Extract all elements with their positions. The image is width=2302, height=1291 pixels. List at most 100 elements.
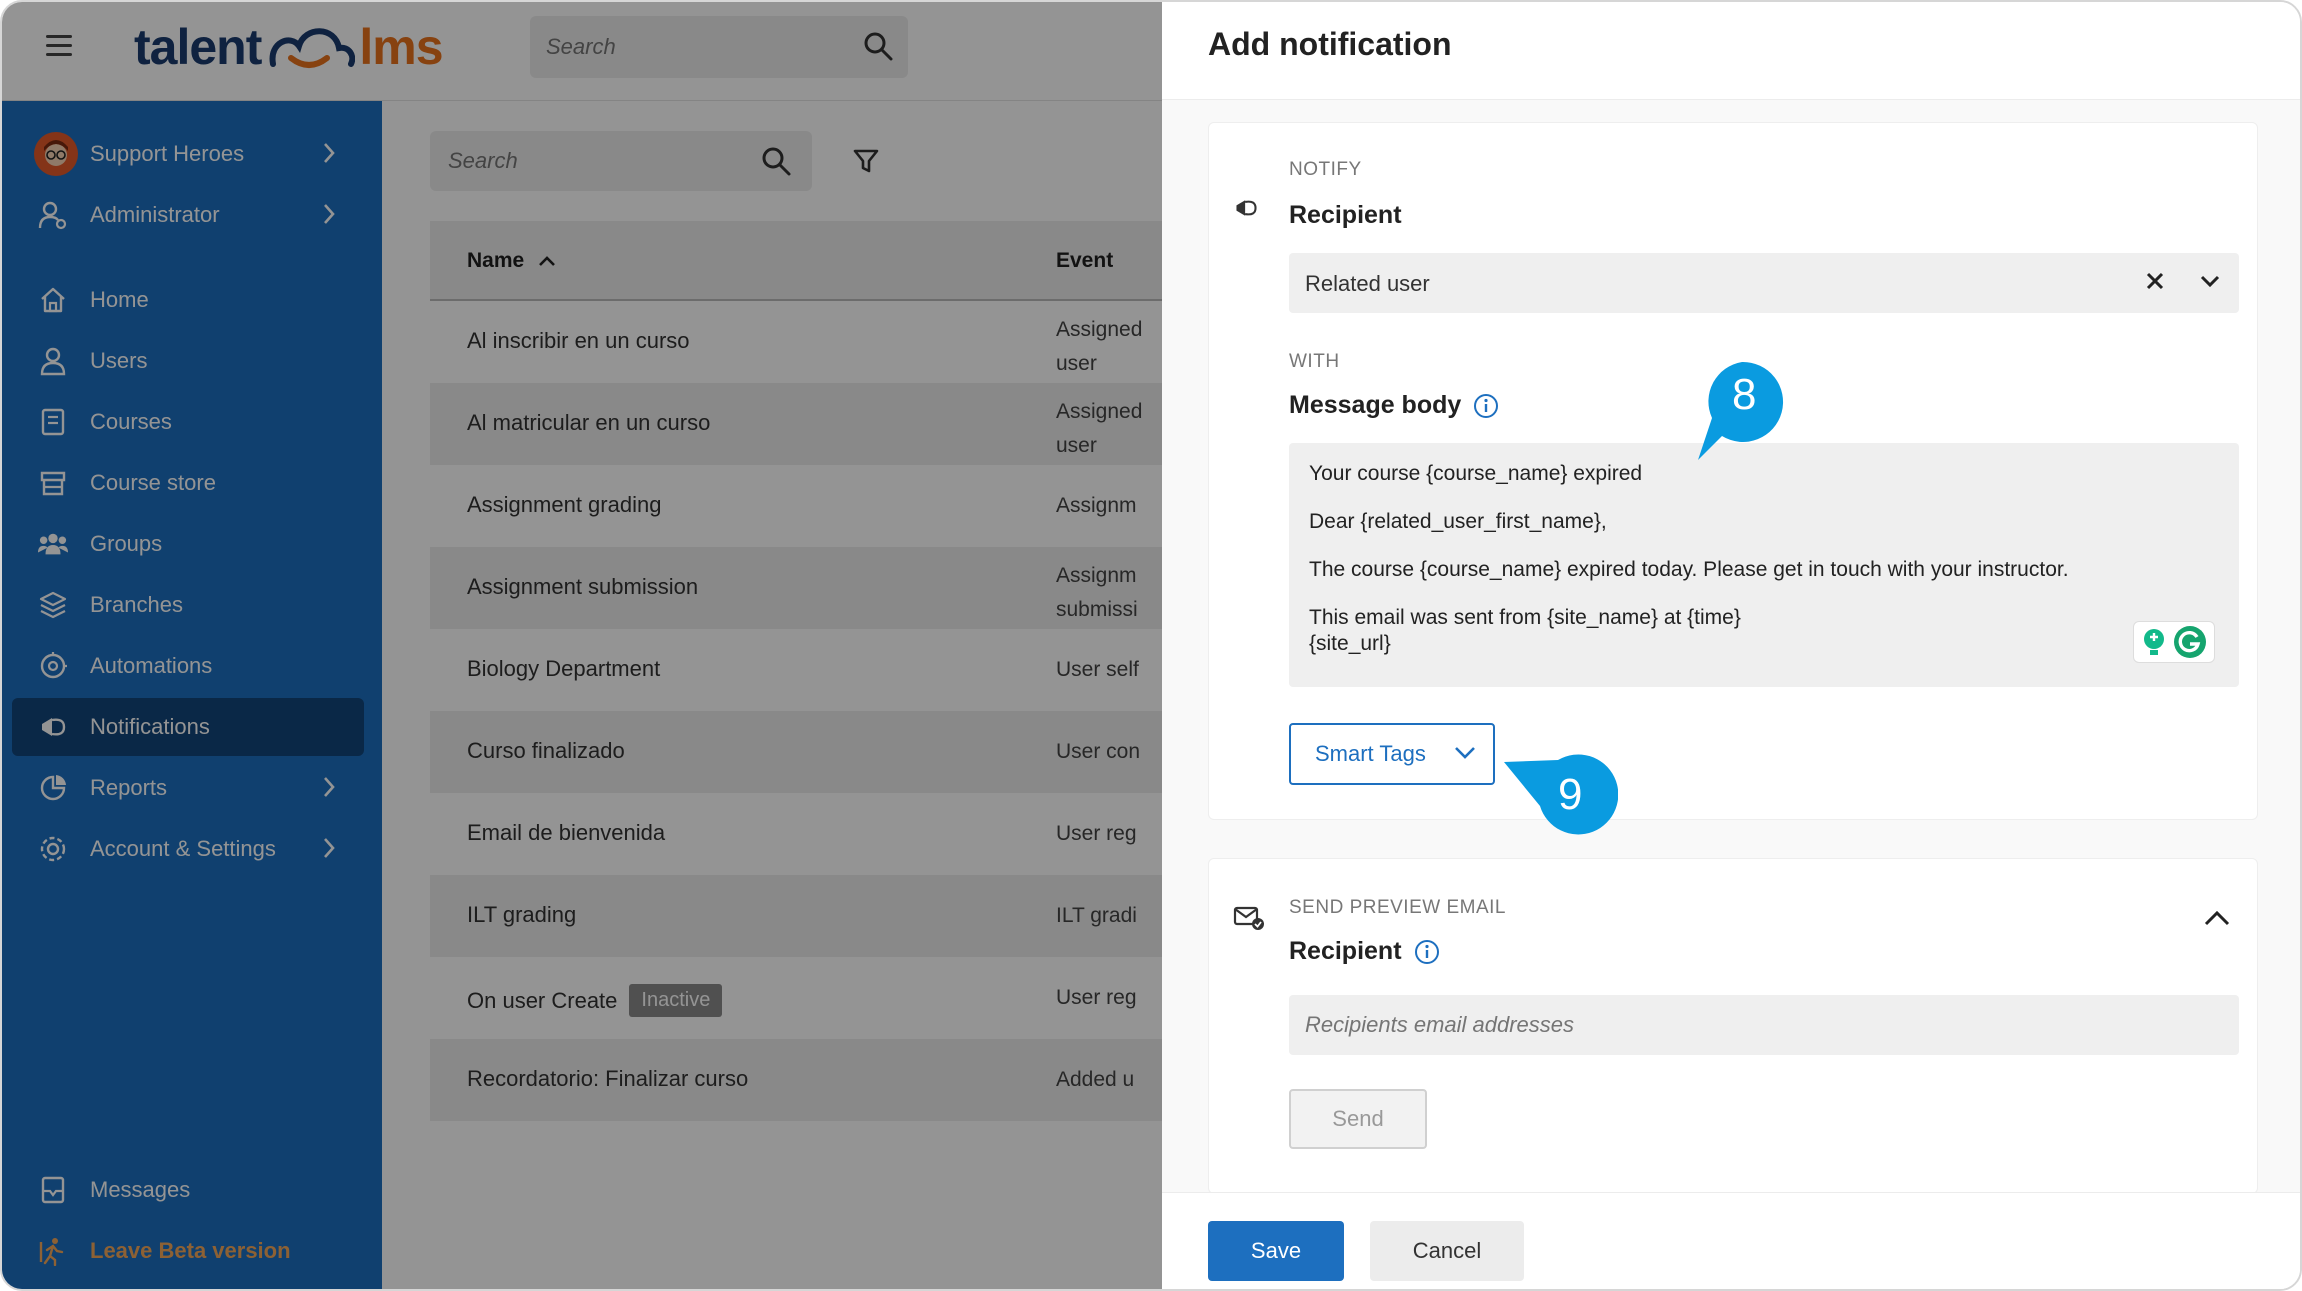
row-event: User con xyxy=(1056,740,1141,763)
sidebar-item-course-store[interactable]: Course store xyxy=(12,454,364,512)
recipient-select[interactable]: Related user xyxy=(1289,253,2239,313)
chevron-right-icon xyxy=(324,777,335,797)
chevron-right-icon xyxy=(324,143,335,163)
section-title-text: Message body xyxy=(1289,391,1462,419)
cancel-button[interactable]: Cancel xyxy=(1370,1221,1524,1281)
search-icon[interactable] xyxy=(760,145,792,177)
table-row[interactable]: Al inscribir en un curso Assigned user xyxy=(430,301,1162,383)
table-row[interactable]: Assignment submission Assignm submissi xyxy=(430,547,1162,629)
row-event: Assigned user xyxy=(1056,318,1143,375)
sidebar-item-users[interactable]: Users xyxy=(12,332,364,390)
row-event: User reg xyxy=(1056,986,1137,1009)
exit-beta-icon xyxy=(38,1236,68,1266)
row-name: Al inscribir en un curso xyxy=(467,328,690,353)
message-body-title: Message body xyxy=(1289,391,1499,420)
clear-icon[interactable] xyxy=(2143,269,2167,293)
email-check-icon xyxy=(1233,906,1264,930)
drawer-header: Add notification xyxy=(1162,2,2300,100)
global-search-input[interactable] xyxy=(546,16,846,78)
row-event: Assigned user xyxy=(1056,400,1143,457)
leave-beta-link[interactable]: Leave Beta version xyxy=(12,1222,364,1280)
message-body-line: {site_url} xyxy=(1309,632,1391,655)
table-row[interactable]: Email de bienvenida User reg xyxy=(430,793,1162,875)
notifications-icon xyxy=(1236,200,1257,216)
sidebar-item-label: Home xyxy=(90,287,149,312)
talentlms-logo[interactable]: talent lms xyxy=(134,12,444,82)
sidebar-item-label: Groups xyxy=(90,531,163,556)
logo-cloud-icon xyxy=(270,28,356,68)
grammarly-widget[interactable] xyxy=(2133,621,2215,663)
table-row[interactable]: Biology Department User self xyxy=(430,629,1162,711)
sidebar: Support Heroes Administrator Home Users … xyxy=(2,101,382,1289)
sidebar-item-messages[interactable]: Messages xyxy=(12,1161,364,1219)
sidebar-item-groups[interactable]: Groups xyxy=(12,515,364,573)
list-search-input[interactable] xyxy=(448,131,748,191)
sidebar-item-label: Account & Settings xyxy=(90,836,276,861)
table-row[interactable]: On user Create Inactive User reg xyxy=(430,957,1162,1039)
sidebar-item-automations[interactable]: Automations xyxy=(12,637,364,695)
sidebar-item-label: Messages xyxy=(90,1177,191,1202)
list-search xyxy=(430,131,812,191)
hamburger-menu-icon[interactable] xyxy=(46,35,72,57)
column-event-header[interactable]: Event xyxy=(1056,249,1113,273)
sidebar-item-account-settings[interactable]: Account & Settings xyxy=(12,820,364,878)
table-row[interactable]: Al matricular en un curso Assigned user xyxy=(430,383,1162,465)
sidebar-item-label: Courses xyxy=(90,409,172,434)
table-row[interactable]: ILT grading ILT gradi xyxy=(430,875,1162,957)
message-body-line: Your course {course_name} expired xyxy=(1309,462,1643,485)
send-preview-card: SEND PREVIEW EMAIL Recipient Send xyxy=(1208,858,2258,1194)
sidebar-item-notifications[interactable]: Notifications xyxy=(12,698,364,756)
preview-section-label: SEND PREVIEW EMAIL xyxy=(1289,897,1506,918)
save-button[interactable]: Save xyxy=(1208,1221,1344,1281)
preview-recipient-title: Recipient xyxy=(1289,937,1440,966)
add-notification-drawer: Add notification NOTIFY Recipient Relate… xyxy=(1162,2,2300,1289)
chevron-right-icon xyxy=(324,838,335,858)
logo-text-left: talent xyxy=(134,19,262,75)
sidebar-role[interactable]: Administrator xyxy=(12,186,364,244)
row-name: Assignment submission xyxy=(467,574,699,599)
sidebar-item-reports[interactable]: Reports xyxy=(12,759,364,817)
grammarly-g-icon xyxy=(2174,626,2206,658)
user-icon xyxy=(38,346,68,376)
top-bar: talent lms xyxy=(2,2,1162,101)
notify-recipient-title: Recipient xyxy=(1289,201,1402,230)
row-event: Assignm submissi xyxy=(1056,564,1138,621)
status-badge: Inactive xyxy=(629,984,723,1017)
callout-8: 8 xyxy=(1692,358,1788,464)
table-row[interactable]: Assignment grading Assignm xyxy=(430,465,1162,547)
avatar-face-icon xyxy=(44,140,68,166)
info-icon[interactable] xyxy=(1473,393,1499,419)
sidebar-item-label: Branches xyxy=(90,592,183,617)
sidebar-item-branches[interactable]: Branches xyxy=(12,576,364,634)
sidebar-item-home[interactable]: Home xyxy=(12,271,364,329)
row-event: User self xyxy=(1056,658,1139,681)
filter-icon[interactable] xyxy=(852,147,880,175)
preview-email-input[interactable] xyxy=(1289,995,2239,1055)
chevron-down-icon[interactable] xyxy=(2199,273,2221,289)
chevron-down-icon xyxy=(1455,747,1475,759)
sidebar-item-courses[interactable]: Courses xyxy=(12,393,364,451)
row-name: Recordatorio: Finalizar curso xyxy=(467,1066,749,1091)
row-name: Email de bienvenida xyxy=(467,820,666,845)
chevron-up-icon[interactable] xyxy=(2203,909,2231,927)
sidebar-account[interactable]: Support Heroes xyxy=(12,125,364,183)
column-label: Name xyxy=(467,249,525,272)
message-body-editor[interactable]: Your course {course_name} expired Dear {… xyxy=(1289,443,2239,687)
smart-tags-dropdown[interactable]: Smart Tags xyxy=(1289,723,1495,785)
row-name: Curso finalizado xyxy=(467,738,625,763)
info-icon[interactable] xyxy=(1414,939,1440,965)
table-row[interactable]: Curso finalizado User con xyxy=(430,711,1162,793)
sort-ascending-icon xyxy=(539,256,556,266)
role-label: Administrator xyxy=(90,202,220,227)
leave-beta-label: Leave Beta version xyxy=(90,1238,291,1263)
callout-number: 8 xyxy=(1732,370,1757,419)
automations-icon xyxy=(38,651,68,681)
send-preview-button[interactable]: Send xyxy=(1289,1089,1427,1149)
search-icon[interactable] xyxy=(862,30,894,62)
notifications-icon xyxy=(38,712,68,742)
grammarly-bulb-icon xyxy=(2144,629,2164,655)
row-event: ILT gradi xyxy=(1056,904,1137,927)
table-row[interactable]: Recordatorio: Finalizar curso Added u xyxy=(430,1039,1162,1121)
notifications-list-panel: Name Event Al inscribir en un curso Assig… xyxy=(382,101,1162,1289)
column-name-header[interactable]: Name xyxy=(467,249,556,273)
